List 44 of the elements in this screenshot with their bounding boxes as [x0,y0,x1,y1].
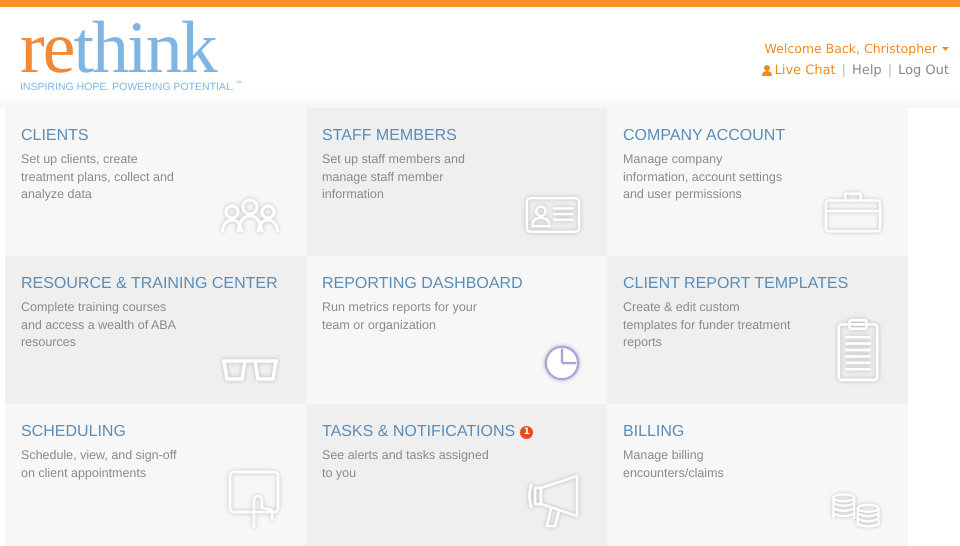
tile-description: Set up clients, create treatment plans, collect and analyze data [21,151,175,203]
header-link[interactable]: Log Out [898,63,949,78]
tile-description: Set up staff members and manage staff member information [322,151,466,203]
logo[interactable]: rethink [20,17,242,79]
tile-description: See alerts and tasks assigned to you [322,447,490,482]
header-link[interactable]: Help [852,63,882,78]
id-card-icon [525,196,581,234]
tile-title: BILLING [623,423,684,441]
tile-title: TASKS & NOTIFICATIONS [322,423,516,441]
caret-icon [942,46,949,50]
link-separator: | [888,63,892,78]
notification-badge: 1 [520,426,534,438]
glasses-icon [220,358,280,382]
tile-description: Create & edit custom templates for funder treatment reports [623,299,791,351]
megaphone-icon [525,474,581,530]
people-icon [220,198,280,234]
live-chat-link[interactable]: Live Chat [762,63,836,78]
briefcase-icon [824,190,882,234]
tile-title: CLIENTS [21,127,89,145]
logo-tagline: INSPIRING HOPE. POWERING POTENTIAL. [20,81,235,93]
tile-title: RESOURCE & TRAINING CENTER [21,275,278,293]
person-icon [762,65,772,76]
tile-title: STAFF MEMBERS [322,127,457,145]
tile-title: COMPANY ACCOUNT [623,127,786,145]
dashboard-tile[interactable]: CLIENTS Set up clients, create treatment plans, collect and analyze data [5,108,306,256]
tile-description: Manage company information, account settings and user permissions [623,151,784,203]
dashboard-tile[interactable]: TASKS & NOTIFICATIONS 1 See alerts and tasks assigned to you [306,404,607,546]
link-separator: | [842,63,846,78]
dashboard-tile[interactable]: RESOURCE & TRAINING CENTER Complete training courses and access a wealth of ABA resources [5,256,306,404]
dashboard-tile[interactable]: COMPANY ACCOUNT Manage company information, account settings and user permissions [607,108,908,256]
tile-title: SCHEDULING [21,423,126,441]
dashboard-tile[interactable]: STAFF MEMBERS Set up staff members and manage staff member information [306,108,607,256]
dashboard-tile[interactable]: BILLING Manage billing encounters/claims [607,404,908,546]
tile-title: REPORTING DASHBOARD [322,275,523,293]
tile-title: CLIENT REPORT TEMPLATES [623,275,848,293]
dashboard-tile[interactable]: REPORTING DASHBOARD Run metrics reports for your team or organization [306,256,607,404]
tile-description: Manage billing encounters/claims [623,447,725,482]
tile-description: Schedule, view, and sign-off on client appointments [21,447,178,482]
dashboard-tile[interactable]: SCHEDULING Schedule, view, and sign-off on client appointments [5,404,306,546]
tile-description: Run metrics reports for your team or organization [322,299,478,334]
user-menu[interactable]: Welcome Back, Christopher [764,41,949,56]
tablet-hand-icon [228,470,280,530]
dashboard-tile[interactable]: CLIENT REPORT TEMPLATES Create & edit custom templates for funder treatment reports [607,256,908,404]
tile-description: Complete training courses and access a wealth of ABA resources [21,299,177,351]
